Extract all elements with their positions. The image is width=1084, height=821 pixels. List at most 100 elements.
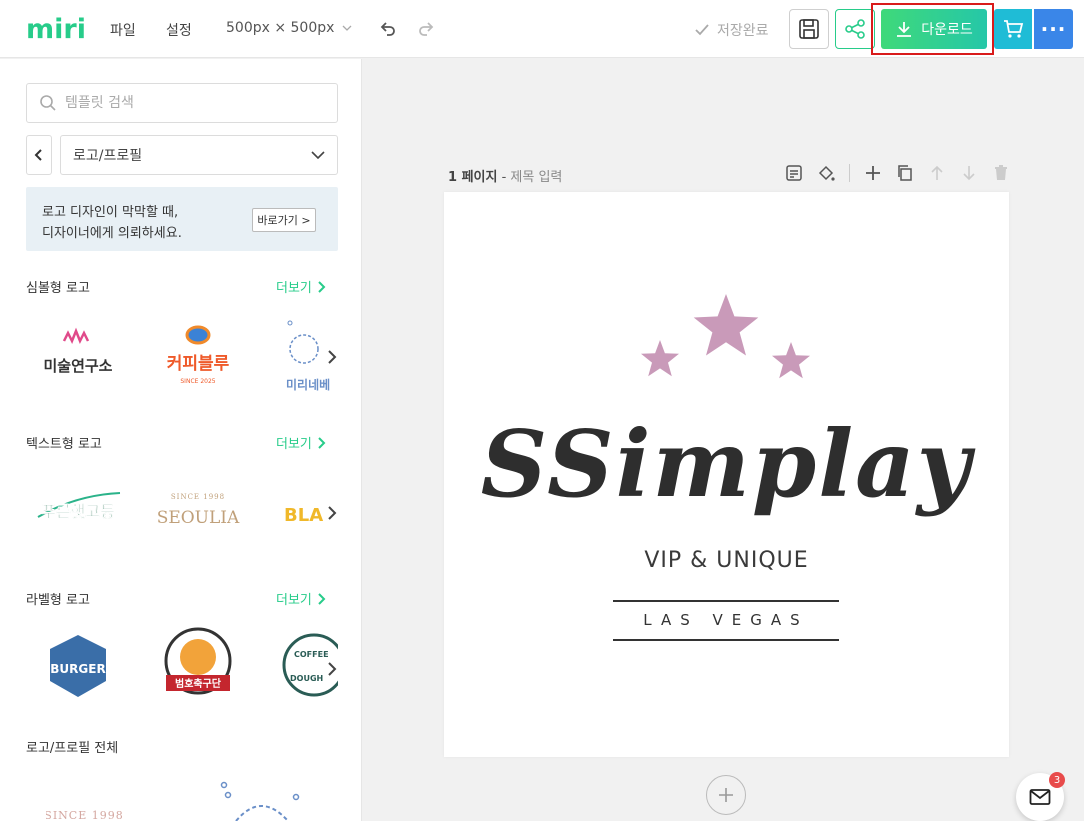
template-preview <box>220 781 300 821</box>
add-page-button[interactable] <box>706 775 746 815</box>
designer-request-banner: 로고 디자인이 막막할 때, 디자이너에게 의뢰하세요. 바로가기 > <box>26 187 338 251</box>
design-canvas[interactable]: SSimplay VIP & UNIQUE LAS VEGAS <box>444 192 1009 757</box>
section-title-label: 라벨형 로고 <box>26 593 90 608</box>
star-icon <box>772 342 810 379</box>
thumb-text: BURGER <box>50 662 105 676</box>
chevron-right-icon <box>318 436 326 449</box>
banner-goto-button[interactable]: 바로가기 > <box>252 208 316 232</box>
move-down-icon[interactable] <box>960 164 978 182</box>
chevron-right-icon <box>318 592 326 605</box>
star-icon <box>641 340 679 377</box>
menu-file[interactable]: 파일 <box>110 20 136 40</box>
download-icon <box>897 22 912 37</box>
app-logo[interactable]: miri <box>26 14 86 45</box>
canvas-size-label: 500px × 500px <box>226 20 335 36</box>
thumb-text: 미술연구소 <box>43 357 112 375</box>
city-text[interactable]: LAS VEGAS <box>613 611 839 629</box>
chevron-down-icon <box>311 151 325 159</box>
undo-icon[interactable] <box>378 19 398 39</box>
more-link-label: 더보기 <box>276 437 312 452</box>
back-button[interactable] <box>26 135 52 175</box>
download-label: 다운로드 <box>921 22 973 38</box>
search-input[interactable] <box>65 95 315 111</box>
chevron-left-icon <box>34 149 42 161</box>
template-thumb[interactable] <box>206 771 306 821</box>
template-preview: 커피블루 SINCE 2025 <box>167 325 230 385</box>
thumb-text: BLA <box>284 505 323 526</box>
template-thumb[interactable]: 범호축구단 <box>146 623 246 713</box>
template-preview: SINCE 1998 <box>44 809 124 821</box>
template-sidebar: 로고/프로필 로고 디자인이 막막할 때, 디자이너에게 의뢰하세요. 바로가기… <box>0 59 362 821</box>
paint-bucket-icon[interactable] <box>817 164 835 182</box>
thumb-text: 미리네베 <box>286 377 330 392</box>
page-number: 1 페이지 <box>448 170 498 185</box>
label-logo-row: BURGER 범호축구단 COFFEE DOUGH <box>26 623 338 713</box>
divider-line-top[interactable] <box>613 600 839 602</box>
save-status-label: 저장완료 <box>717 23 769 39</box>
stars-graphic[interactable] <box>444 192 1009 392</box>
copy-icon[interactable] <box>896 164 914 182</box>
save-button[interactable] <box>789 9 829 49</box>
more-link-symbol[interactable]: 더보기 <box>276 277 326 296</box>
page-toolbar <box>785 164 1010 182</box>
section-title-text: 텍스트형 로고 <box>26 437 102 452</box>
plus-icon <box>719 788 733 802</box>
template-preview: 범호축구단 <box>164 627 232 695</box>
thumb-text: SINCE 2025 <box>180 378 215 385</box>
more-link-label: 더보기 <box>276 281 312 296</box>
search-icon <box>40 95 56 111</box>
chevron-right-icon[interactable] <box>322 503 342 523</box>
page-separator: - <box>497 170 511 185</box>
all-logo-row: SINCE 1998 <box>26 771 338 821</box>
share-button[interactable] <box>835 9 875 49</box>
template-thumb[interactable]: 커피블루 SINCE 2025 <box>146 311 246 401</box>
thumb-text: SINCE 1998 <box>46 809 124 821</box>
template-preview: BURGER <box>50 635 106 697</box>
cart-button[interactable] <box>994 9 1032 49</box>
page-title-input[interactable]: 제목 입력 <box>510 170 562 185</box>
template-search[interactable] <box>26 83 338 123</box>
thumb-text: SINCE 1998 <box>171 493 225 501</box>
thumb-text: 푸른햇고등 <box>41 502 115 521</box>
canvas-size-select[interactable]: 500px × 500px <box>226 20 352 36</box>
thumb-text: COFFEE <box>294 650 329 659</box>
mail-icon <box>1029 789 1051 805</box>
more-link-label-logos[interactable]: 더보기 <box>276 589 326 608</box>
template-thumb[interactable]: 푸른햇고등 <box>26 467 126 557</box>
category-label: 로고/프로필 <box>73 148 143 164</box>
section-title-symbol: 심볼형 로고 <box>26 281 90 296</box>
chevron-right-icon[interactable] <box>322 347 342 367</box>
notification-badge: 3 <box>1049 772 1065 788</box>
save-status: 저장완료 <box>695 20 769 40</box>
template-thumb[interactable]: SINCE 1998 <box>44 771 146 821</box>
template-thumb[interactable]: BURGER <box>26 623 126 713</box>
memo-icon[interactable] <box>785 164 803 182</box>
more-link-text[interactable]: 더보기 <box>276 433 326 452</box>
text-logo-row: 푸른햇고등 SINCE 1998 SEOULIA BLA <box>26 467 338 557</box>
chevron-right-icon[interactable] <box>322 659 342 679</box>
tagline-text[interactable]: VIP & UNIQUE <box>444 548 1009 573</box>
trash-icon[interactable] <box>992 164 1010 182</box>
category-select[interactable]: 로고/프로필 <box>60 135 338 175</box>
menu-settings[interactable]: 설정 <box>166 20 192 40</box>
toolbar-divider <box>849 164 850 182</box>
chevron-down-icon <box>342 25 352 31</box>
brand-text[interactable]: SSimplay <box>444 410 1009 518</box>
redo-icon[interactable] <box>416 19 436 39</box>
chevron-right-icon <box>318 280 326 293</box>
add-icon[interactable] <box>864 164 882 182</box>
thumb-text: SEOULIA <box>157 508 240 528</box>
move-up-icon[interactable] <box>928 164 946 182</box>
divider-line-bottom[interactable] <box>613 639 839 641</box>
template-preview: 푸른햇고등 <box>37 492 121 521</box>
cart-icon <box>1004 20 1024 38</box>
page-label: 1 페이지 - 제목 입력 <box>448 166 562 185</box>
banner-line-2: 디자이너에게 의뢰하세요. <box>42 226 182 241</box>
download-button[interactable]: 다운로드 <box>881 9 987 49</box>
template-thumb[interactable]: SINCE 1998 SEOULIA <box>146 467 246 557</box>
template-preview: SINCE 1998 SEOULIA <box>157 493 240 528</box>
star-icon <box>693 294 759 356</box>
section-title-all: 로고/프로필 전체 <box>26 741 119 756</box>
more-options-button[interactable]: ··· <box>1034 9 1073 49</box>
template-thumb[interactable]: 미술연구소 <box>26 311 126 401</box>
